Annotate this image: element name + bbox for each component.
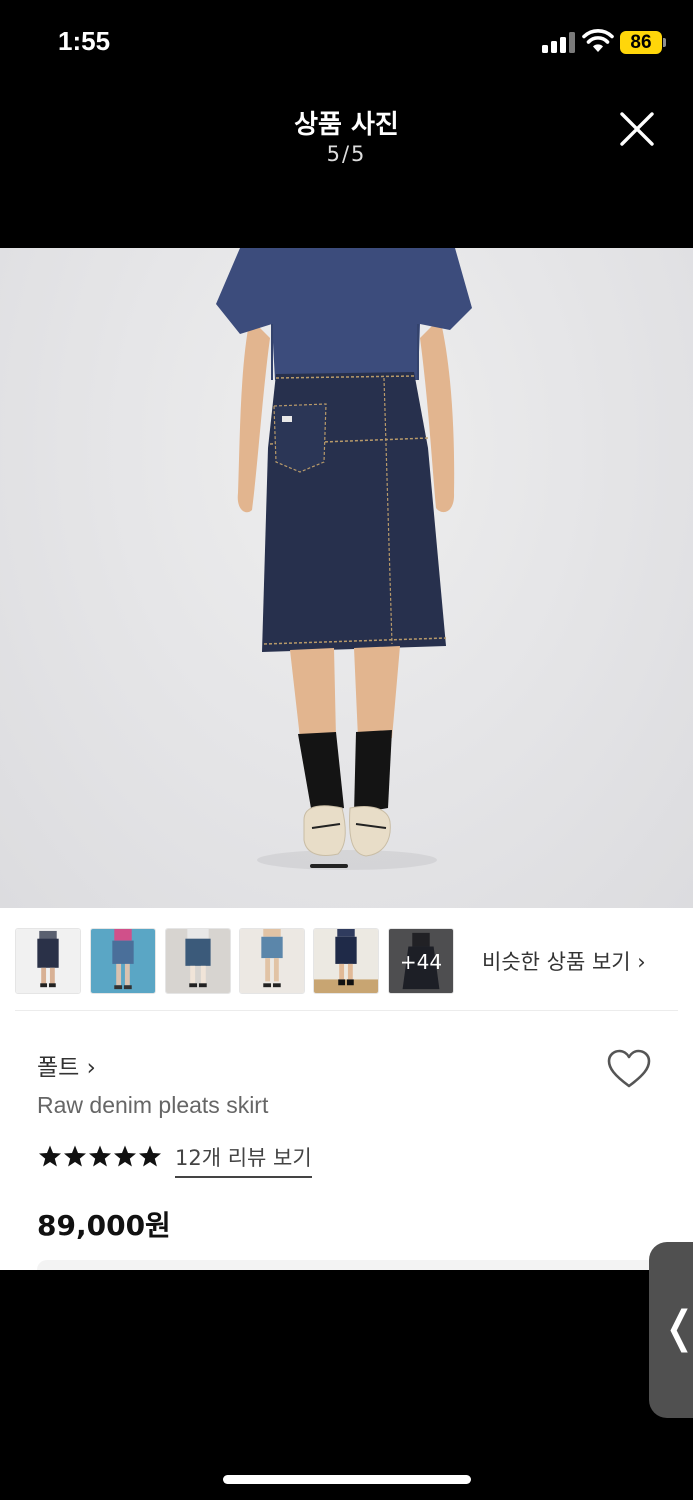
rating-stars	[38, 1144, 163, 1170]
product-name: Raw denim pleats skirt	[37, 1092, 269, 1118]
star-icon	[64, 1145, 86, 1167]
side-drawer-handle[interactable]: ❬	[649, 1242, 693, 1418]
next-section-edge	[37, 1260, 657, 1270]
price: 89,000원	[37, 1209, 171, 1242]
status-bar: 1:55 86	[0, 0, 693, 86]
star-icon	[39, 1145, 61, 1167]
review-link[interactable]: 12개 리뷰 보기	[175, 1142, 312, 1178]
status-time: 1:55	[58, 26, 111, 56]
viewer-header: 상품 사진 5/5	[0, 86, 693, 248]
thumbnail-more[interactable]: +44	[388, 928, 454, 994]
star-icon	[89, 1145, 111, 1167]
close-icon[interactable]	[616, 108, 658, 150]
more-photos-count: +44	[389, 929, 453, 993]
home-indicator[interactable]	[223, 1475, 471, 1484]
product-photo[interactable]	[0, 248, 693, 908]
thumbnail-3[interactable]	[165, 928, 231, 994]
thumbnail-1[interactable]	[15, 928, 81, 994]
thumbnail-5[interactable]	[313, 928, 379, 994]
battery-icon: 86	[620, 31, 666, 54]
star-icon	[139, 1145, 161, 1167]
similar-products-link[interactable]: 비슷한 상품 보기 ›	[482, 946, 646, 976]
photo-counter: 5/5	[326, 142, 367, 166]
chevron-left-icon: ❬	[661, 1302, 693, 1353]
page-indicator	[310, 864, 348, 868]
page-title: 상품 사진	[294, 110, 399, 140]
thumbnail-2[interactable]	[90, 928, 156, 994]
cellular-signal-icon	[542, 31, 576, 53]
battery-level: 86	[620, 31, 662, 54]
product-photo-illustration	[216, 248, 472, 870]
wifi-icon	[582, 29, 614, 52]
star-icon	[114, 1145, 136, 1167]
heart-icon[interactable]	[606, 1048, 652, 1090]
thumbnail-4[interactable]	[239, 928, 305, 994]
product-info-sheet: +44 비슷한 상품 보기 › 폴트 › Raw denim pleats sk…	[0, 908, 693, 1270]
brand-link[interactable]: 폴트 ›	[37, 1048, 96, 1082]
divider	[15, 1010, 678, 1011]
